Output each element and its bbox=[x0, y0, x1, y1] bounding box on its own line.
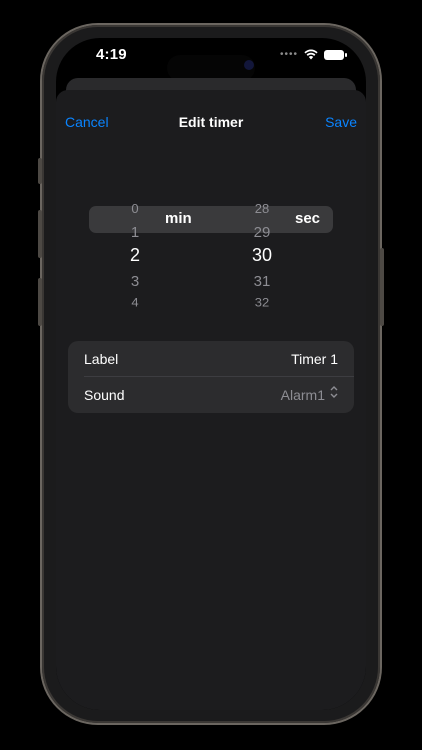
action-button bbox=[38, 158, 42, 184]
chevron-up-down-icon bbox=[330, 386, 338, 398]
screen: 4:19 •••• Cancel Edit timer Save 0 1 2 3… bbox=[56, 38, 366, 710]
volume-up-button bbox=[38, 210, 42, 258]
picker-option: 4 bbox=[131, 295, 139, 310]
label-title: Label bbox=[84, 351, 119, 367]
picker-option: 29 bbox=[253, 224, 271, 241]
front-camera-icon bbox=[244, 60, 254, 70]
minutes-unit-label: min bbox=[165, 210, 192, 227]
battery-icon bbox=[324, 49, 347, 60]
picker-option: 0 bbox=[131, 201, 139, 216]
picker-option: 1 bbox=[130, 224, 140, 241]
picker-option: 3 bbox=[130, 273, 140, 290]
sound-value: Alarm1 bbox=[280, 387, 325, 403]
power-button bbox=[380, 248, 384, 326]
seconds-selected-value: 30 bbox=[251, 245, 273, 265]
edit-timer-sheet: Cancel Edit timer Save 0 1 2 3 4 min 28 … bbox=[56, 90, 366, 710]
save-button[interactable]: Save bbox=[325, 114, 357, 130]
minutes-selected-value: 2 bbox=[129, 245, 140, 265]
sound-title: Sound bbox=[84, 387, 125, 403]
cellular-dots-icon: •••• bbox=[279, 49, 298, 60]
picker-option: 32 bbox=[254, 295, 270, 310]
timer-settings-group: Label Timer 1 Sound Alarm1 bbox=[68, 341, 354, 413]
picker-option: 31 bbox=[253, 273, 271, 290]
label-value: Timer 1 bbox=[291, 351, 338, 367]
sound-row[interactable]: Sound Alarm1 bbox=[68, 377, 354, 412]
volume-down-button bbox=[38, 278, 42, 326]
status-time: 4:19 bbox=[96, 46, 127, 63]
seconds-unit-label: sec bbox=[295, 210, 321, 227]
status-indicators: •••• bbox=[279, 49, 347, 60]
sheet-title: Edit timer bbox=[178, 114, 244, 130]
label-row[interactable]: Label Timer 1 bbox=[68, 341, 354, 376]
picker-option: 28 bbox=[254, 201, 270, 216]
seconds-picker-wheel[interactable]: 28 29 30 31 32 bbox=[232, 146, 292, 309]
wifi-icon bbox=[304, 49, 318, 60]
minutes-picker-wheel[interactable]: 0 1 2 3 4 bbox=[105, 146, 165, 309]
